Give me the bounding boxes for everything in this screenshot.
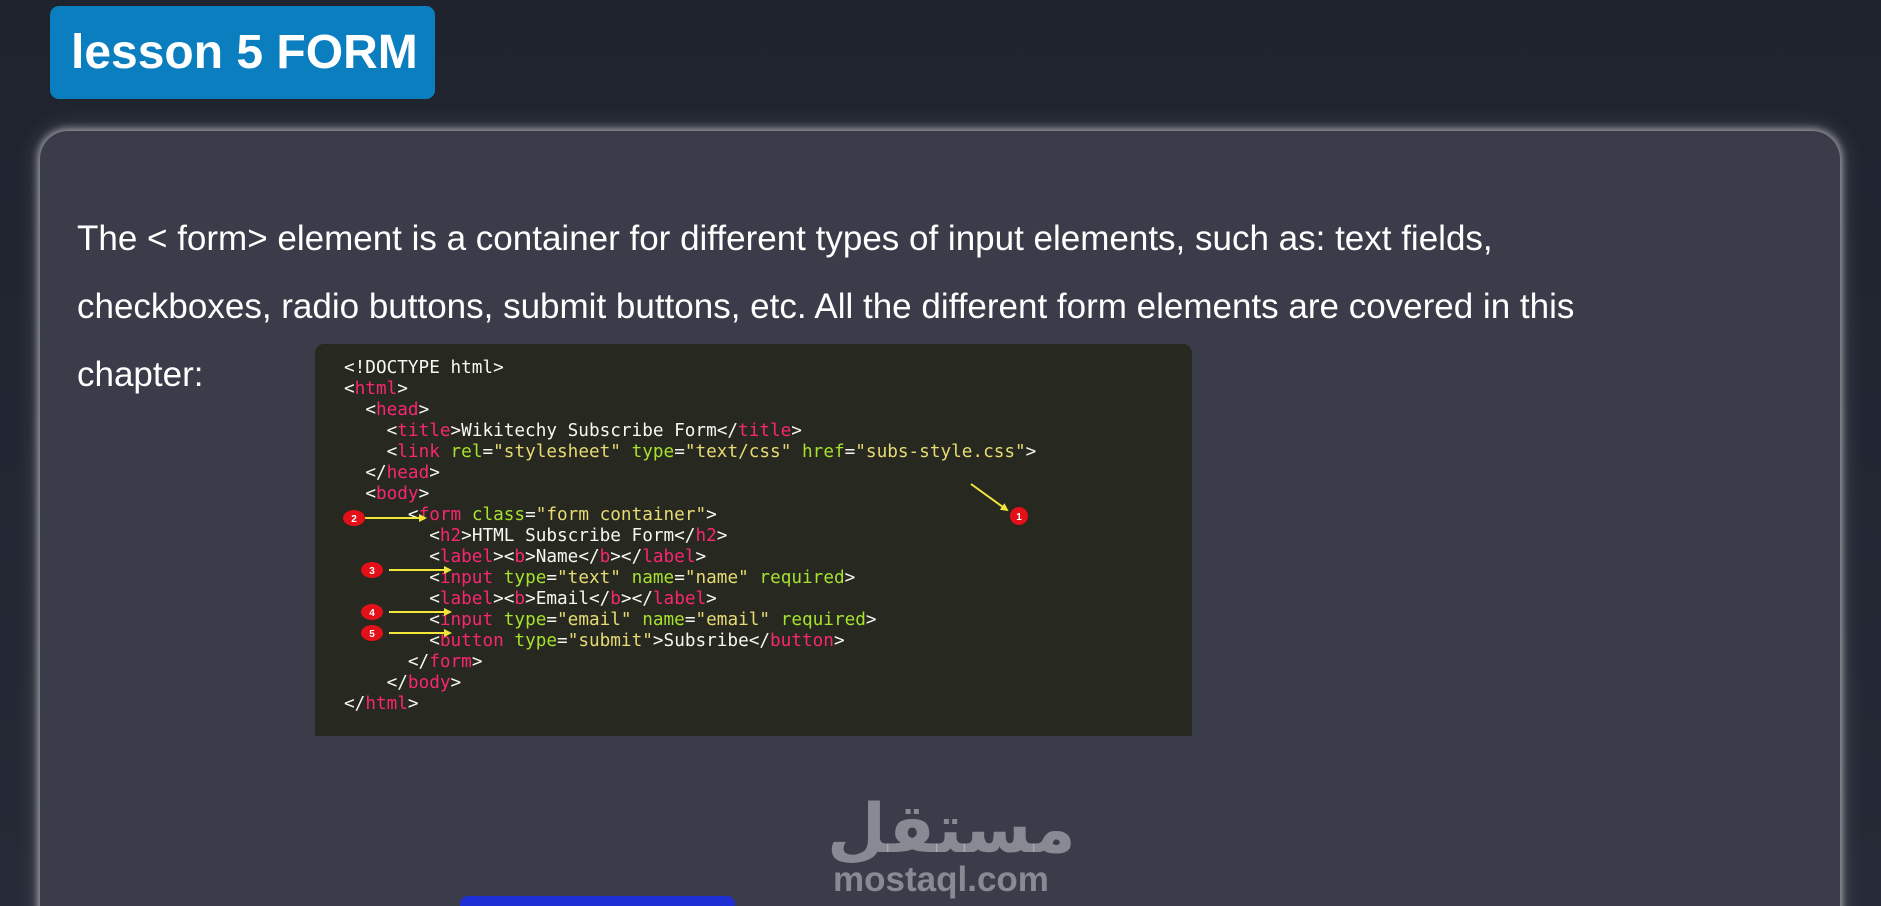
code-example-image: <!DOCTYPE html> <html> <head> <title>Wiki… [315,344,1192,736]
callout-arrow [970,483,1009,512]
watermark-text: mostaql.com [833,860,1049,899]
watermark-logo: مستقل [827,791,1076,867]
callout-badge-3: 3 [361,562,383,578]
callout-number: 1 [1016,512,1022,523]
intro-line: checkboxes, radio buttons, submit button… [77,287,1575,326]
callout-number: 2 [351,514,357,525]
callout-number: 3 [369,566,375,577]
callout-annotations: 1 2 3 4 5 [343,483,1028,641]
callout-badge-5: 5 [361,625,383,641]
watermark: مستقل mostaql.com [827,791,1076,899]
callout-number: 5 [369,629,375,640]
partial-action-button[interactable] [460,896,735,906]
callout-badge-1: 1 [1010,507,1028,525]
intro-line: The < form> element is a container for d… [77,219,1493,258]
callout-badge-4: 4 [361,604,383,620]
callout-number: 4 [369,608,375,619]
page: lesson 5 FORM The < form> element is a c… [0,0,1881,906]
intro-line: chapter: [77,355,204,394]
lesson-title-badge: lesson 5 FORM [50,6,435,99]
callout-badge-2: 2 [343,510,365,526]
